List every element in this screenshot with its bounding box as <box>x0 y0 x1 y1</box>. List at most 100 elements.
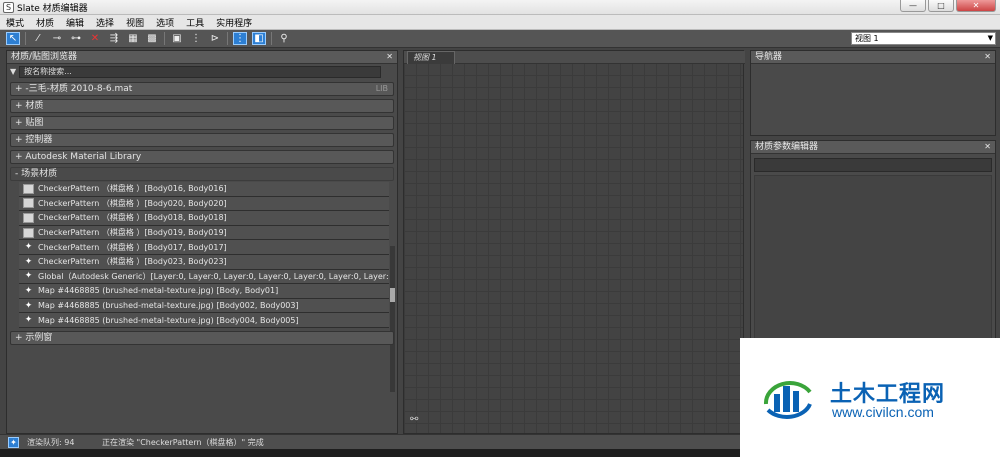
navigator-title: 导航器 <box>755 52 783 62</box>
group-maps[interactable]: + 贴图 <box>10 116 394 130</box>
group-sample-slots[interactable]: + 示例窗 <box>10 330 394 345</box>
close-button[interactable]: ✕ <box>956 0 996 12</box>
material-map-browser: 材质/贴图浏览器 ✕ ▼ 按名称搜索... + -三毛-材质 2010-8-6.… <box>6 50 398 434</box>
layout-vertical-icon[interactable]: ⋮ <box>189 32 203 45</box>
group-label: + 材质 <box>15 101 44 111</box>
list-scrollbar[interactable] <box>390 246 395 392</box>
menu-utilities[interactable]: 实用程序 <box>216 16 252 29</box>
list-item[interactable]: ✦ Map #4468885 (brushed-metal-texture.jpg… <box>19 298 389 314</box>
title-bar: S Slate 材质编辑器 — □ ✕ <box>0 0 1000 15</box>
material-swatch-icon <box>23 212 34 223</box>
status-message: 正在渲染 "CheckerPattern（棋盘格）" 完成 <box>102 437 264 447</box>
group-controllers[interactable]: + 控制器 <box>10 133 394 147</box>
list-item[interactable]: ✦ Map #4468885 (brushed-metal-texture.jpg… <box>19 313 389 328</box>
layout-horizontal-icon[interactable]: ⊳ <box>208 32 222 45</box>
material-swatch-icon <box>23 198 34 209</box>
list-item[interactable]: CheckerPattern （棋盘格 ）[Body018, Body018] <box>19 211 389 226</box>
menu-edit[interactable]: 编辑 <box>66 16 84 29</box>
close-icon[interactable]: ✕ <box>984 51 991 63</box>
menu-material[interactable]: 材质 <box>36 16 54 29</box>
toolbar-divider <box>25 32 26 45</box>
civilcn-logo-icon <box>763 381 812 419</box>
maximize-button[interactable]: □ <box>928 0 954 12</box>
list-item[interactable]: CheckerPattern （棋盘格 ）[Body019, Body019] <box>19 225 389 241</box>
find-node-icon[interactable]: ⚲ <box>277 32 291 45</box>
menu-options[interactable]: 选项 <box>156 16 174 29</box>
material-name-field[interactable] <box>754 158 992 172</box>
render-queue-count: 渲染队列: 94 <box>27 437 75 447</box>
group-file-library[interactable]: + -三毛-材质 2010-8-6.mat LIB <box>10 82 394 96</box>
menu-mode[interactable]: 模式 <box>6 16 24 29</box>
list-item[interactable]: ✦ Map #4468885 (brushed-metal-texture.jpg… <box>19 284 389 299</box>
list-item[interactable]: ✦ CheckerPattern （棋盘格 ）[Body023, Body023] <box>19 254 389 270</box>
params-title: 材质参数编辑器 <box>755 142 819 152</box>
delete-icon[interactable]: ✕ <box>88 32 102 45</box>
map-node-icon: ✦ <box>24 256 33 267</box>
group-autodesk-library[interactable]: + Autodesk Material Library <box>10 150 394 164</box>
menu-select[interactable]: 选择 <box>96 16 114 29</box>
browser-title: 材质/贴图浏览器 <box>11 52 78 62</box>
toolbar-divider <box>164 32 165 45</box>
material-params-icon[interactable]: ◧ <box>252 32 266 45</box>
toolbar-divider <box>227 32 228 45</box>
search-row: ▼ 按名称搜索... <box>7 64 397 79</box>
menu-tools[interactable]: 工具 <box>186 16 204 29</box>
group-scene-materials[interactable]: - 场景材质 <box>10 167 394 181</box>
show-map-icon[interactable]: ▦ <box>126 32 140 45</box>
map-node-icon: ✦ <box>24 285 33 296</box>
toolbar: ↖ ⁄ ⊸ ⊶ ✕ ⇶ ▦ ▩ ▣ ⋮ ⊳ ⋮ ◧ ⚲ 视图 1 ▼ <box>0 30 1000 48</box>
navigator-header: 导航器 ✕ <box>751 51 995 64</box>
layout-children-icon[interactable]: ⋮ <box>233 32 247 45</box>
list-item[interactable]: ✦ CheckerPattern （棋盘格 ）[Body017, Body017] <box>19 240 389 255</box>
view-select-value: 视图 1 <box>855 34 879 43</box>
map-node-icon: ✦ <box>24 242 33 253</box>
group-label: + Autodesk Material Library <box>15 152 142 162</box>
map-node-icon: ✦ <box>24 315 33 326</box>
menu-bar: 模式 材质 编辑 选择 视图 选项 工具 实用程序 <box>0 15 1000 30</box>
close-icon[interactable]: ✕ <box>984 141 991 153</box>
list-item[interactable]: CheckerPattern （棋盘格 ）[Body016, Body016] <box>19 182 389 197</box>
map-node-icon: ✦ <box>24 300 33 311</box>
select-tool-icon[interactable]: ↖ <box>6 32 20 45</box>
node-view[interactable]: 视图 1 ⚯ <box>403 50 745 434</box>
assign-material-icon[interactable]: ⊶ <box>69 32 83 45</box>
material-swatch-icon <box>23 183 34 194</box>
chevron-down-icon: ▼ <box>987 34 993 42</box>
browser-header: 材质/贴图浏览器 ✕ <box>7 51 397 64</box>
move-children-icon[interactable]: ⇶ <box>107 32 121 45</box>
view-select[interactable]: 视图 1 ▼ <box>851 32 996 45</box>
watermark-url: www.civilcn.com <box>832 404 934 420</box>
watermark: 土木工程网 www.civilcn.com <box>740 338 1000 457</box>
window-controls: — □ ✕ <box>900 0 996 12</box>
show-background-icon[interactable]: ▩ <box>145 32 159 45</box>
group-label: - 场景材质 <box>15 169 58 179</box>
group-label: + 贴图 <box>15 118 44 128</box>
eyedropper-icon[interactable]: ⁄ <box>31 32 45 45</box>
material-swatch-icon <box>23 227 34 238</box>
lib-tag: LIB <box>375 84 388 93</box>
group-label: + 控制器 <box>15 135 53 145</box>
group-label: + 示例窗 <box>15 332 53 343</box>
window-title: Slate 材质编辑器 <box>17 3 88 14</box>
toolbar-divider <box>271 32 272 45</box>
put-material-icon[interactable]: ⊸ <box>50 32 64 45</box>
view-tab-bar: 视图 1 <box>404 51 745 64</box>
close-icon[interactable]: ✕ <box>386 51 393 63</box>
list-item[interactable]: CheckerPattern （棋盘格 ）[Body020, Body020] <box>19 196 389 212</box>
menu-view[interactable]: 视图 <box>126 16 144 29</box>
render-queue-icon[interactable]: ✦ <box>8 436 19 448</box>
tab-view-1[interactable]: 视图 1 <box>407 51 455 64</box>
scene-material-list: CheckerPattern （棋盘格 ）[Body016, Body016] … <box>19 182 389 328</box>
params-header: 材质参数编辑器 ✕ <box>751 141 995 154</box>
group-materials[interactable]: + 材质 <box>10 99 394 113</box>
app-icon: S <box>3 1 14 13</box>
search-input[interactable]: 按名称搜索... <box>19 65 382 78</box>
caret-down-icon[interactable]: ▼ <box>10 67 16 76</box>
navigator-panel: 导航器 ✕ <box>750 50 996 136</box>
scrollbar-thumb[interactable] <box>390 288 395 302</box>
show-end-result-icon[interactable]: ▣ <box>170 32 184 45</box>
binoculars-icon[interactable]: ⚯ <box>410 414 418 425</box>
list-item[interactable]: ✦ Global（Autodesk Generic）[Layer:0, Layer… <box>19 269 389 285</box>
minimize-button[interactable]: — <box>900 0 926 12</box>
group-label: + -三毛-材质 2010-8-6.mat <box>15 84 133 94</box>
